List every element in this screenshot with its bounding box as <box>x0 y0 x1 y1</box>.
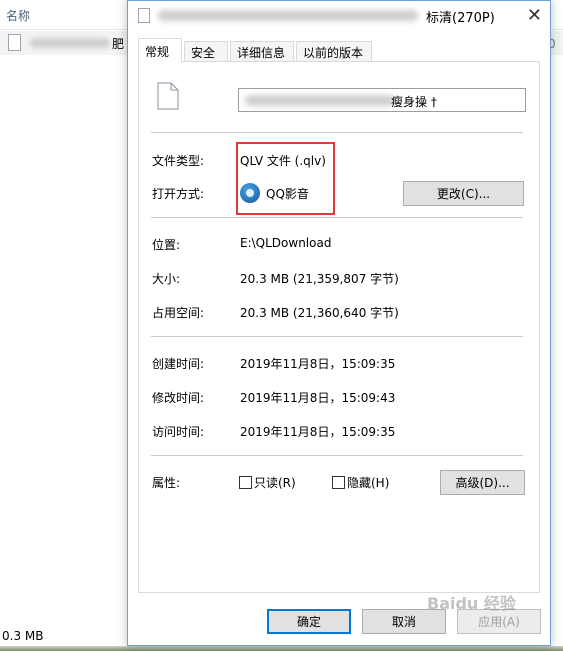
hidden-label[interactable]: 隐藏(H) <box>347 474 389 491</box>
blurred-title <box>158 10 418 21</box>
blurred-filename <box>245 95 395 106</box>
attributes-label: 属性: <box>152 476 181 490</box>
location-label: 位置: <box>152 238 181 252</box>
readonly-label[interactable]: 只读(R) <box>254 474 296 491</box>
file-name: 肥 <box>112 37 125 51</box>
divider <box>151 455 523 456</box>
baidu-watermark: Baidu 经验 <box>427 594 516 613</box>
dialog-titlebar[interactable]: 标清(270P) ✕ <box>128 1 550 31</box>
advanced-button[interactable]: 高级(D)... <box>440 470 525 495</box>
ok-button[interactable]: 确定 <box>267 609 351 634</box>
file-name-text: 瘦身操 † <box>391 95 437 109</box>
dialog-title: 标清(270P) <box>426 11 495 26</box>
modified-value: 2019年11月8日，15:09:43 <box>240 391 396 405</box>
size-on-disk-label: 占用空间: <box>152 306 205 320</box>
location-value: E:\QLDownload <box>240 236 332 250</box>
taskbar-strip <box>0 646 563 651</box>
general-tab-panel: 瘦身操 † 文件类型: QLV 文件 (.qlv) 打开方式: QQ影音 更改(… <box>138 61 540 593</box>
highlight-box <box>236 142 335 215</box>
close-icon[interactable]: ✕ <box>527 5 542 26</box>
tab-security[interactable]: 安全 <box>184 41 228 62</box>
change-program-button[interactable]: 更改(C)... <box>403 181 524 206</box>
size-on-disk-value: 20.3 MB (21,360,640 字节) <box>240 306 399 320</box>
divider <box>151 132 523 133</box>
properties-dialog: 标清(270P) ✕ 常规 安全 详细信息 以前的版本 瘦身操 † 文件类型: … <box>127 0 551 646</box>
file-type-label: 文件类型: <box>152 154 205 168</box>
file-type-icon <box>157 82 179 110</box>
file-name-field[interactable]: 瘦身操 † <box>238 88 526 112</box>
status-bar-size: 0.3 MB <box>2 629 44 643</box>
tab-previous-versions[interactable]: 以前的版本 <box>296 41 372 62</box>
size-value: 20.3 MB (21,359,807 字节) <box>240 272 399 286</box>
readonly-checkbox[interactable] <box>239 476 252 489</box>
tab-general[interactable]: 常规 <box>138 38 182 62</box>
file-icon <box>8 34 21 51</box>
blurred-filename <box>30 38 110 48</box>
divider <box>151 217 523 218</box>
accessed-label: 访问时间: <box>152 425 205 439</box>
modified-label: 修改时间: <box>152 391 205 405</box>
name-column-header[interactable]: 名称 <box>6 7 30 24</box>
created-label: 创建时间: <box>152 357 205 371</box>
size-label: 大小: <box>152 272 181 286</box>
open-with-label: 打开方式: <box>152 187 205 201</box>
hidden-checkbox[interactable] <box>332 476 345 489</box>
created-value: 2019年11月8日，15:09:35 <box>240 357 396 371</box>
accessed-value: 2019年11月8日，15:09:35 <box>240 425 396 439</box>
document-icon <box>138 8 150 23</box>
divider <box>151 336 523 337</box>
tab-details[interactable]: 详细信息 <box>230 41 294 62</box>
